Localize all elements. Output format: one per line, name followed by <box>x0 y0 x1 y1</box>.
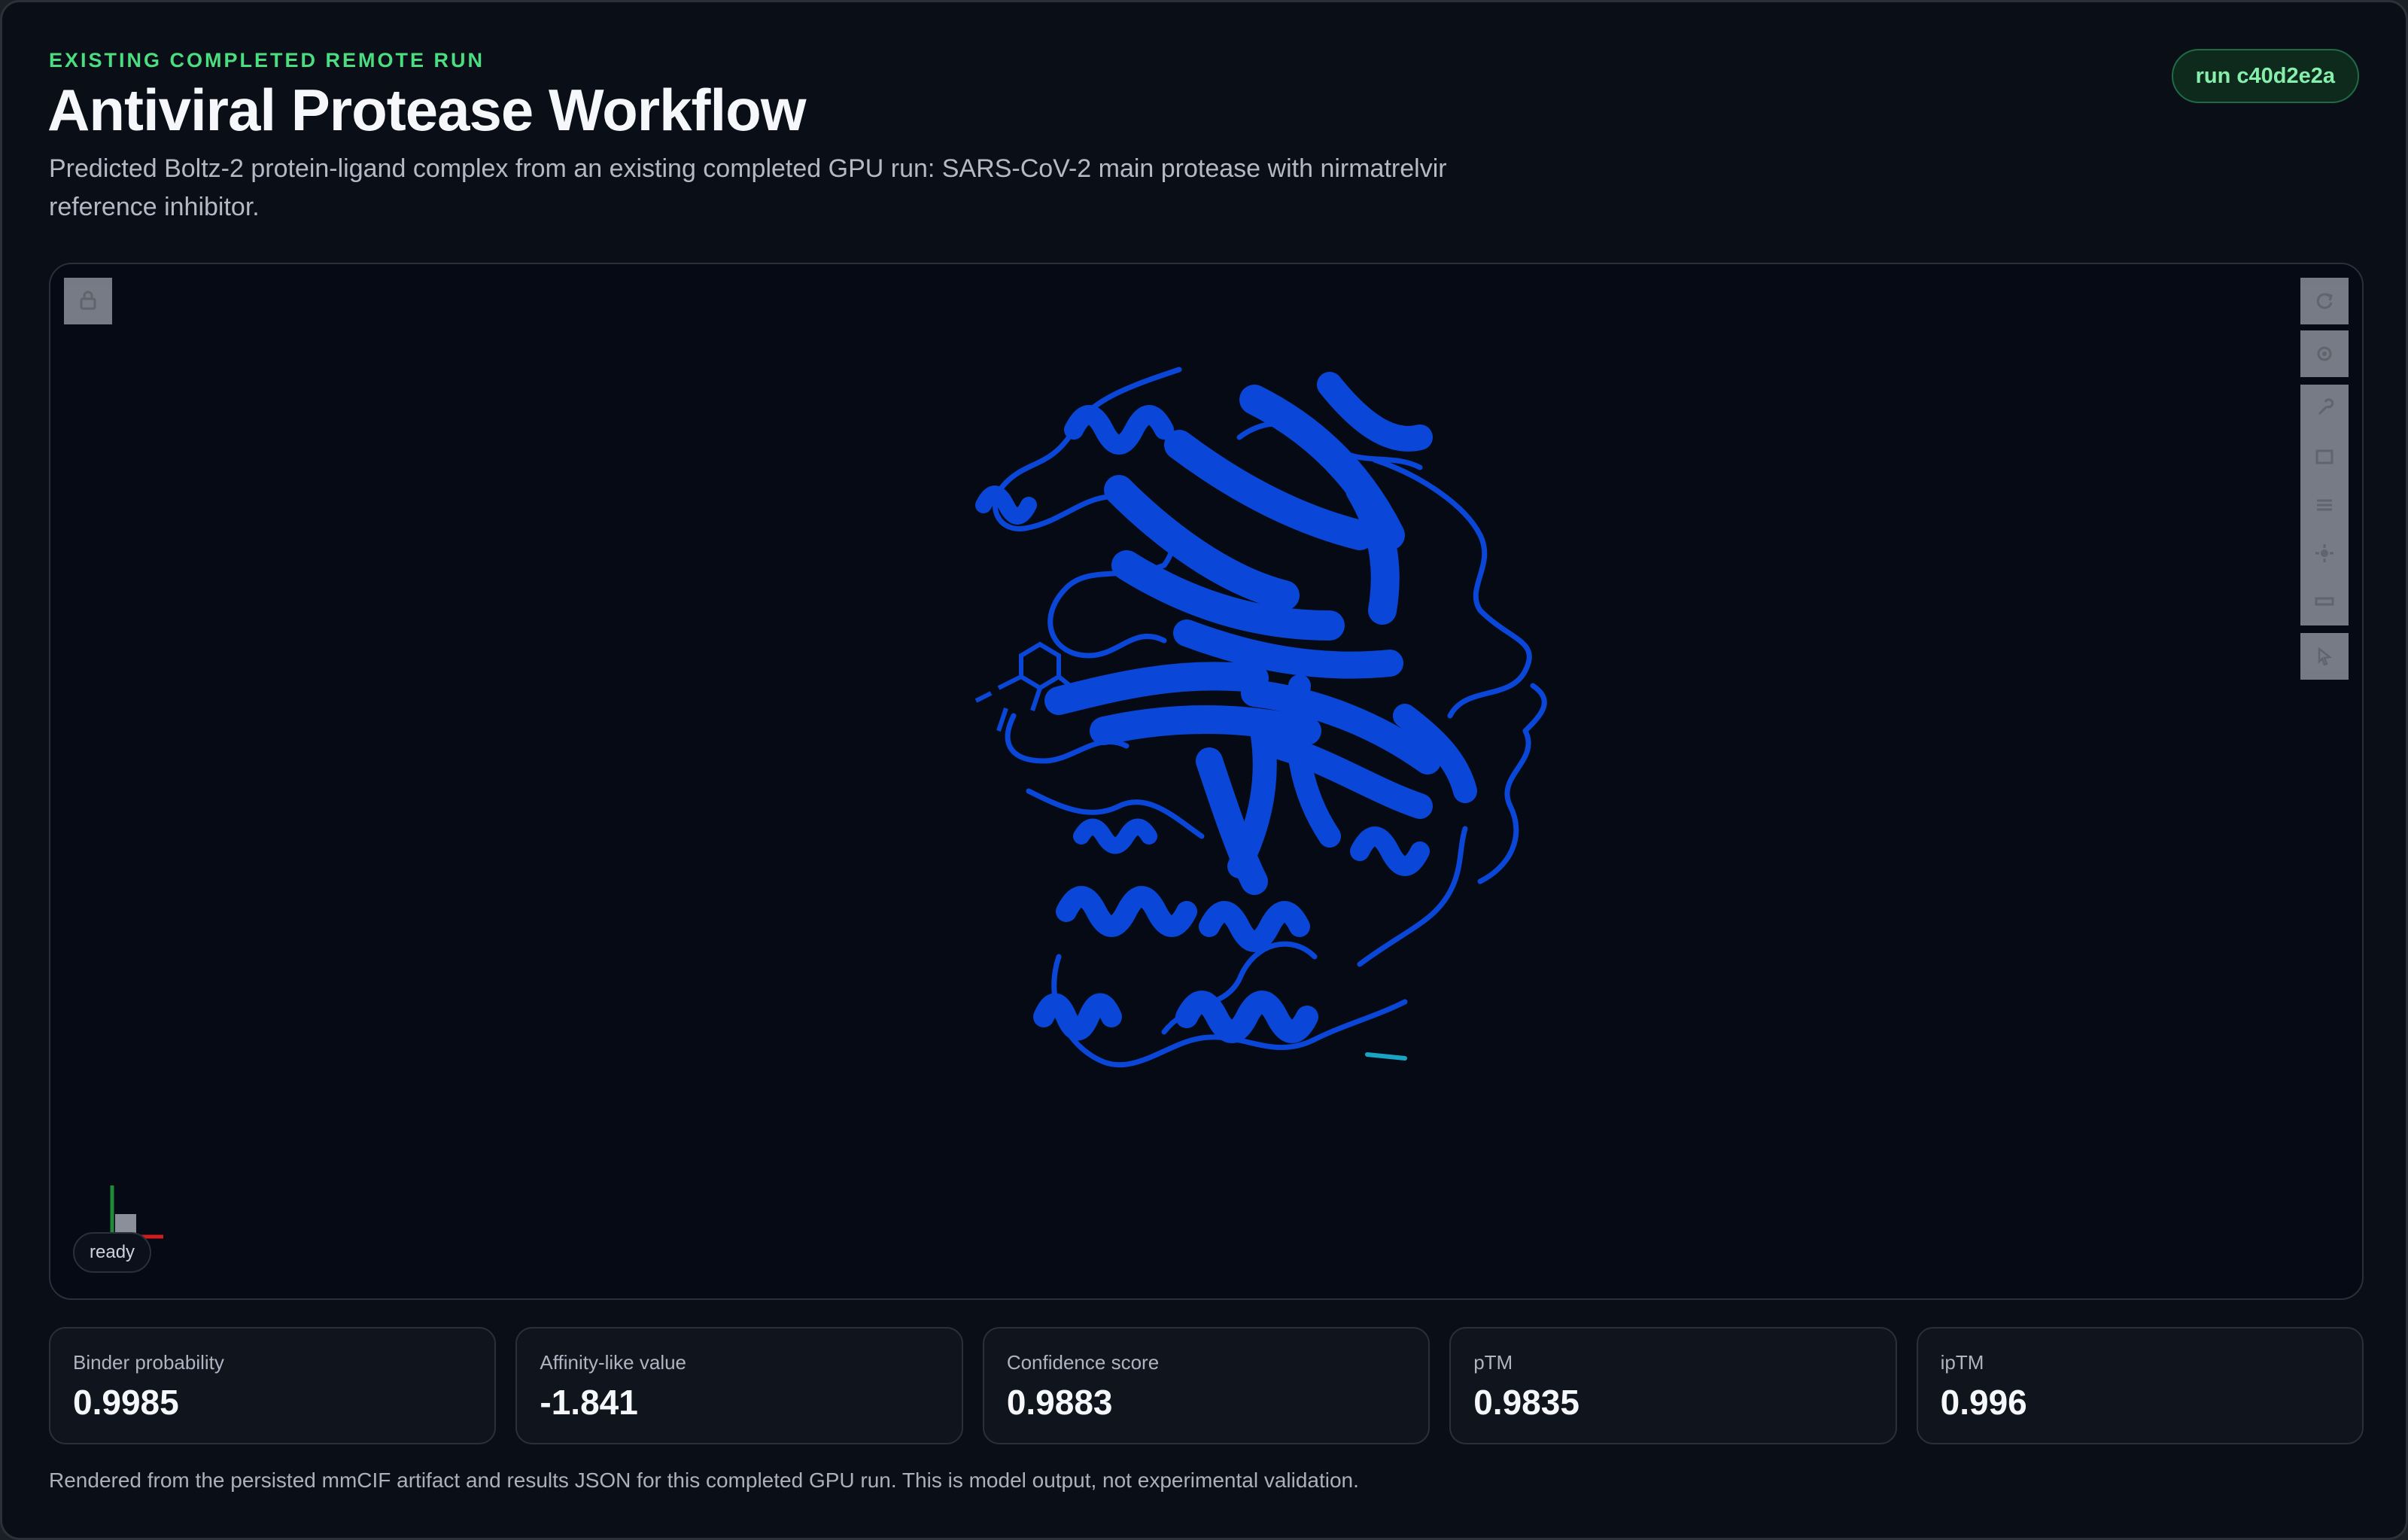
metric-label: pTM <box>1473 1351 1513 1374</box>
settings-button[interactable] <box>2300 481 2349 529</box>
wrench-button[interactable] <box>2300 385 2349 433</box>
structure-viewer[interactable]: ready <box>49 263 2364 1300</box>
settings-sliders-icon <box>2317 499 2332 511</box>
metric-value: 0.9985 <box>73 1383 179 1422</box>
metrics-row: Binder probability 0.9985 Affinity-like … <box>49 1327 2364 1444</box>
reset-rotate-icon <box>2316 293 2333 309</box>
metric-label: Binder probability <box>73 1351 224 1374</box>
protein-structure-render[interactable] <box>938 339 1586 1122</box>
metric-confidence-score: Confidence score 0.9883 <box>982 1327 1431 1444</box>
metric-value: 0.9835 <box>1473 1383 1579 1422</box>
ruler-icon <box>2315 597 2334 606</box>
metric-iptm: ipTM 0.996 <box>1916 1327 2364 1444</box>
metric-label: Affinity-like value <box>540 1351 687 1374</box>
pointer-select-icon <box>2318 647 2333 666</box>
app-window: EXISTING COMPLETED REMOTE RUN Antiviral … <box>0 0 2408 1540</box>
toggle-controls-button[interactable] <box>64 278 112 324</box>
metric-ptm: pTM 0.9835 <box>1449 1327 1897 1444</box>
measure-button[interactable] <box>2300 577 2349 625</box>
metric-value: 0.996 <box>1940 1383 2027 1422</box>
select-mode-button[interactable] <box>2300 633 2349 680</box>
metric-value: 0.9883 <box>1006 1383 1113 1422</box>
eyebrow-label: EXISTING COMPLETED REMOTE RUN <box>49 49 485 72</box>
footnote: Rendered from the persisted mmCIF artifa… <box>49 1468 1359 1492</box>
viewer-status-badge: ready <box>73 1232 152 1273</box>
page-subtitle: Predicted Boltz-2 protein-ligand complex… <box>49 154 1447 221</box>
page-title: Antiviral Protease Workflow <box>47 77 806 143</box>
light-icon <box>2315 544 2334 562</box>
viewer-tool-group <box>2300 385 2349 625</box>
expand-icon <box>2315 449 2334 464</box>
screenshot-button[interactable] <box>2300 330 2349 377</box>
expand-button[interactable] <box>2300 433 2349 481</box>
lighting-button[interactable] <box>2300 529 2349 577</box>
run-id-badge[interactable]: run c40d2e2a <box>2171 49 2359 103</box>
metric-label: ipTM <box>1940 1351 1984 1374</box>
metric-label: Confidence score <box>1006 1351 1160 1374</box>
terminal-residue <box>1365 1052 1407 1061</box>
metric-affinity: Affinity-like value -1.841 <box>515 1327 963 1444</box>
wrench-icon <box>2318 398 2334 415</box>
toggle-controls-icon <box>80 291 96 310</box>
camera-icon <box>2317 346 2332 361</box>
metric-value: -1.841 <box>540 1383 638 1422</box>
metric-binder-probability: Binder probability 0.9985 <box>49 1327 497 1444</box>
reset-view-button[interactable] <box>2300 278 2349 324</box>
